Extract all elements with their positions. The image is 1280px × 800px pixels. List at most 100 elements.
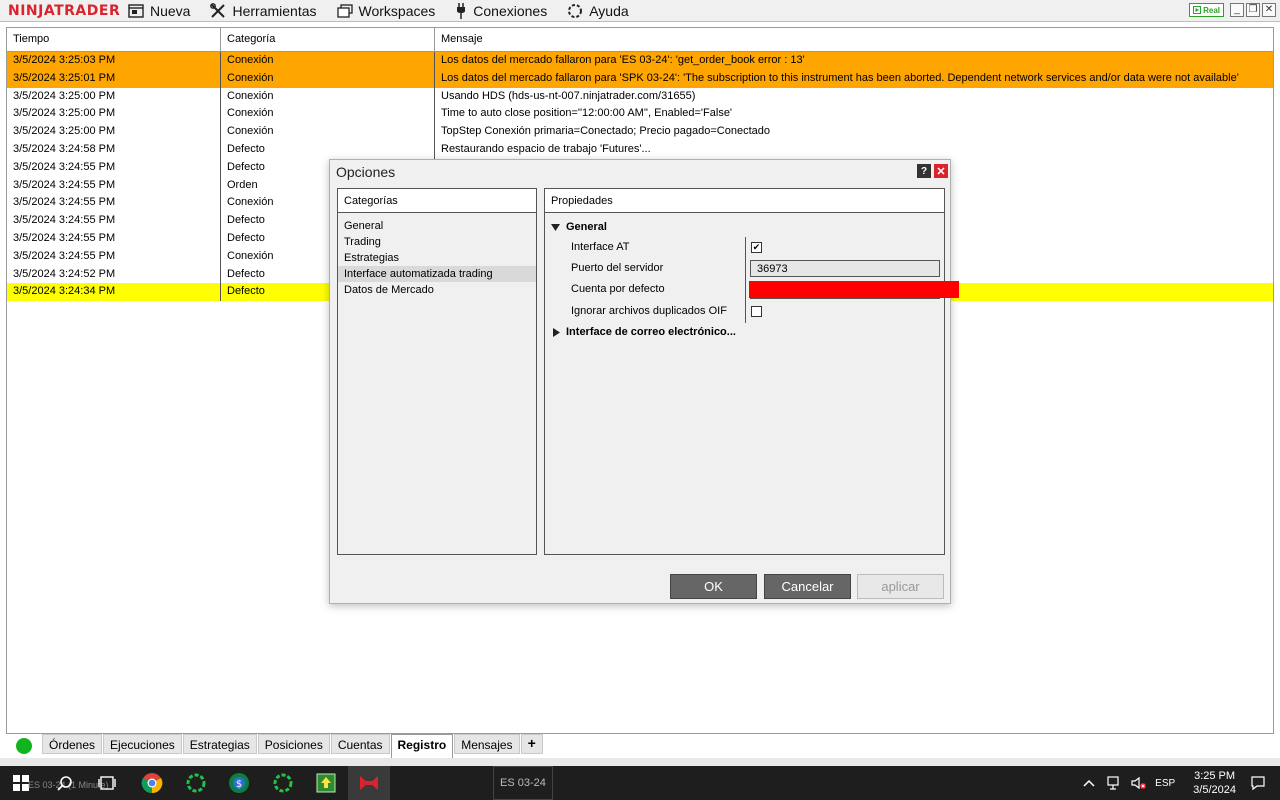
- menu-conexiones[interactable]: Conexiones: [455, 2, 547, 19]
- log-row[interactable]: 3/5/2024 3:25:00 PM Conexión Usando HDS (h…: [7, 87, 1273, 106]
- language-indicator[interactable]: ESP: [1155, 778, 1175, 789]
- menu-nueva-label: Nueva: [150, 2, 191, 19]
- notifications-icon[interactable]: [1250, 775, 1266, 791]
- log-row[interactable]: 3/5/2024 3:25:03 PM Conexión Los datos del…: [7, 52, 1273, 70]
- log-cell-time: 3/5/2024 3:24:55 PM: [7, 247, 221, 266]
- column-header-mensaje[interactable]: Mensaje: [435, 28, 1273, 51]
- log-cell-message: Los datos del mercado fallaron para 'ES …: [441, 54, 805, 66]
- windows-logo-icon: [13, 775, 29, 791]
- ninjatrader-logo: NINJATRADER: [8, 2, 121, 19]
- windows-icon: [336, 3, 353, 18]
- apply-button[interactable]: aplicar: [857, 574, 944, 599]
- volume-muted-icon[interactable]: [1131, 776, 1147, 790]
- task-view-icon: [98, 776, 116, 790]
- log-cell-time: 3/5/2024 3:24:55 PM: [7, 212, 221, 230]
- default-account-label: Cuenta por defecto: [571, 283, 665, 295]
- background-chart-tab: ES 03-24: [493, 766, 553, 800]
- log-cell-time: 3/5/2024 3:25:01 PM: [7, 69, 221, 88]
- collapsed-triangle-icon: [553, 327, 560, 337]
- category-datos-mercado[interactable]: Datos de Mercado: [338, 282, 536, 298]
- window-controls: Real _ ❐ ✕: [1189, 3, 1276, 17]
- app-taskbar-button-2[interactable]: $: [226, 770, 252, 796]
- help-button[interactable]: ?: [917, 164, 931, 178]
- cancel-button[interactable]: Cancelar: [764, 574, 851, 599]
- category-trading[interactable]: Trading: [338, 234, 536, 250]
- network-icon[interactable]: [1107, 776, 1123, 790]
- category-interface-automatizada[interactable]: Interface automatizada trading: [338, 266, 536, 282]
- ignore-duplicates-checkbox[interactable]: [751, 306, 762, 317]
- minimize-button[interactable]: _: [1230, 3, 1244, 17]
- tab-mensajes[interactable]: Mensajes: [454, 734, 520, 754]
- clock-date: 3/5/2024: [1193, 784, 1236, 796]
- document-icon: [128, 3, 144, 18]
- log-cell-time: 3/5/2024 3:25:03 PM: [7, 52, 221, 70]
- options-dialog: Opciones ? ✕ Categorías General Trading …: [329, 159, 959, 604]
- log-cell-time: 3/5/2024 3:24:55 PM: [7, 158, 221, 177]
- tab-registro[interactable]: Registro: [390, 734, 454, 758]
- close-window-button[interactable]: ✕: [1262, 3, 1276, 17]
- category-estrategias[interactable]: Estrategias: [338, 250, 536, 266]
- tools-icon: [210, 2, 226, 18]
- log-cell-message: Time to auto close position=''12:00:00 A…: [441, 107, 733, 120]
- log-row[interactable]: 3/5/2024 3:25:01 PM Conexión Los datos del…: [7, 69, 1273, 88]
- tab-posiciones[interactable]: Posiciones: [257, 734, 330, 754]
- log-cell-time: 3/5/2024 3:25:00 PM: [7, 87, 221, 106]
- real-badge[interactable]: Real: [1189, 3, 1224, 17]
- real-badge-label: Real: [1203, 5, 1220, 15]
- upload-app-icon: [316, 773, 336, 793]
- log-cell-time: 3/5/2024 3:25:00 PM: [7, 105, 221, 124]
- log-cell-time: 3/5/2024 3:24:55 PM: [7, 176, 221, 195]
- svg-text:$: $: [236, 779, 242, 790]
- log-cell-time: 3/5/2024 3:24:52 PM: [7, 265, 221, 284]
- task-view-button[interactable]: [94, 770, 120, 796]
- properties-panel: Propiedades General Interface AT ✔ Puert…: [544, 188, 945, 555]
- tab-cuentas[interactable]: Cuentas: [330, 734, 390, 754]
- menu-nueva[interactable]: Nueva: [128, 3, 190, 19]
- app-taskbar-button-3[interactable]: [270, 770, 296, 796]
- ninjatrader-taskbar-button[interactable]: [348, 766, 390, 800]
- properties-header: Propiedades: [545, 189, 944, 213]
- dialog-title: Opciones: [336, 164, 396, 180]
- interface-at-label: Interface AT: [571, 241, 630, 253]
- bottom-tab-bar: Órdenes Ejecuciones Estrategias Posicion…: [6, 734, 1274, 758]
- chrome-taskbar-button[interactable]: [139, 770, 165, 796]
- section-email-interface[interactable]: Interface de correo electrónico...: [553, 326, 736, 338]
- section-general[interactable]: General: [551, 221, 607, 233]
- app-taskbar-button-1[interactable]: [183, 770, 209, 796]
- log-cell-category: Defecto: [221, 140, 435, 159]
- ok-button[interactable]: OK: [670, 574, 757, 599]
- categories-panel: Categorías General Trading Estrategias I…: [337, 188, 537, 555]
- log-row[interactable]: 3/5/2024 3:24:58 PM Defecto Restaurando es…: [7, 140, 1273, 159]
- help-ring-icon: [568, 3, 583, 18]
- menu-herramientas[interactable]: Herramientas: [210, 2, 317, 19]
- interface-at-checkbox[interactable]: ✔: [751, 242, 762, 253]
- close-icon: ✕: [1264, 4, 1274, 15]
- chevron-up-icon[interactable]: [1083, 778, 1095, 788]
- close-dialog-button[interactable]: ✕: [934, 164, 948, 178]
- column-header-tiempo[interactable]: Tiempo: [7, 28, 221, 51]
- server-port-input[interactable]: 36973: [750, 260, 940, 277]
- app-taskbar-button-4[interactable]: [313, 770, 339, 796]
- checkmark-icon: ✔: [752, 242, 761, 252]
- search-button[interactable]: [52, 770, 78, 796]
- log-cell-message: Los datos del mercado fallaron para 'SPK…: [441, 71, 1239, 84]
- menu-workspaces-label: Workspaces: [358, 2, 436, 19]
- tab-estrategias[interactable]: Estrategias: [182, 734, 257, 754]
- category-general[interactable]: General: [338, 218, 536, 234]
- redaction-mark: [749, 281, 959, 298]
- connection-status-indicator: [16, 738, 32, 754]
- tab-ordenes[interactable]: Órdenes: [42, 734, 103, 754]
- taskbar-clock[interactable]: 3:25 PM 3/5/2024: [1193, 769, 1236, 797]
- restore-button[interactable]: ❐: [1246, 3, 1260, 17]
- tab-ejecuciones[interactable]: Ejecuciones: [103, 734, 182, 754]
- column-header-categoria[interactable]: Categoría: [221, 28, 435, 51]
- menu-workspaces[interactable]: Workspaces: [336, 2, 436, 19]
- log-row[interactable]: 3/5/2024 3:25:00 PM Conexión TopStep Conex…: [7, 123, 1273, 141]
- menu-ayuda[interactable]: Ayuda: [567, 3, 629, 19]
- add-tab-button[interactable]: +: [520, 734, 543, 754]
- expanded-triangle-icon: [551, 223, 560, 231]
- restore-icon: ❐: [1248, 4, 1258, 15]
- log-cell-message: Restaurando espacio de trabajo 'Futures'…: [441, 142, 651, 155]
- categories-list: General Trading Estrategias Interface au…: [338, 213, 536, 298]
- log-row[interactable]: 3/5/2024 3:25:00 PM Conexión Time to auto …: [7, 105, 1273, 124]
